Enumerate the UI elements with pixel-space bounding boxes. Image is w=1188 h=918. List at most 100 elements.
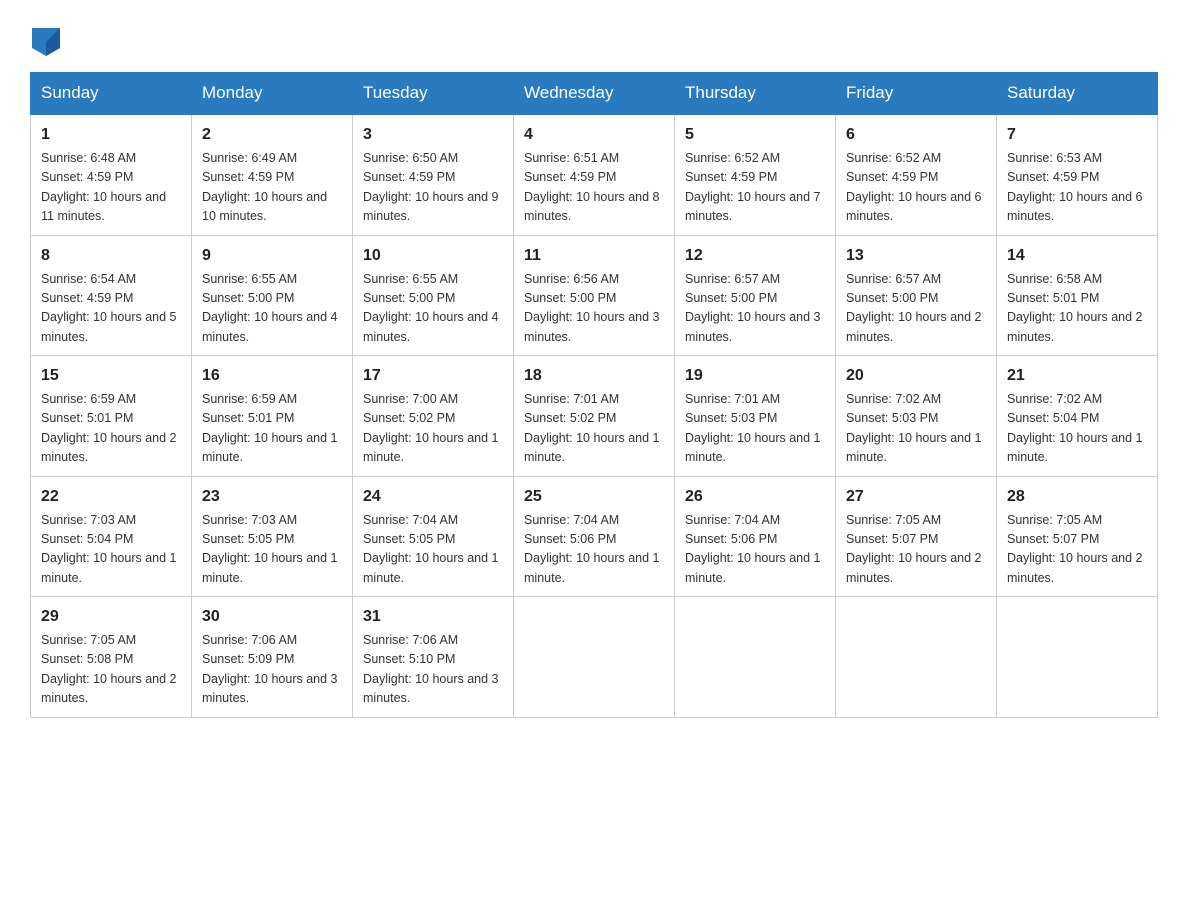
- day-number: 18: [524, 364, 664, 388]
- day-info: Sunrise: 6:58 AMSunset: 5:01 PMDaylight:…: [1007, 270, 1147, 348]
- calendar-cell: 28Sunrise: 7:05 AMSunset: 5:07 PMDayligh…: [997, 476, 1158, 597]
- calendar-cell: 6Sunrise: 6:52 AMSunset: 4:59 PMDaylight…: [836, 114, 997, 235]
- calendar-cell: 14Sunrise: 6:58 AMSunset: 5:01 PMDayligh…: [997, 235, 1158, 356]
- calendar-cell: 23Sunrise: 7:03 AMSunset: 5:05 PMDayligh…: [192, 476, 353, 597]
- calendar-cell: [675, 597, 836, 718]
- day-number: 25: [524, 485, 664, 509]
- day-number: 2: [202, 123, 342, 147]
- day-number: 31: [363, 605, 503, 629]
- day-number: 16: [202, 364, 342, 388]
- column-header-tuesday: Tuesday: [353, 73, 514, 115]
- day-info: Sunrise: 7:02 AMSunset: 5:04 PMDaylight:…: [1007, 390, 1147, 468]
- calendar-week-row: 1Sunrise: 6:48 AMSunset: 4:59 PMDaylight…: [31, 114, 1158, 235]
- day-number: 9: [202, 244, 342, 268]
- calendar-header-row: SundayMondayTuesdayWednesdayThursdayFrid…: [31, 73, 1158, 115]
- calendar-cell: 10Sunrise: 6:55 AMSunset: 5:00 PMDayligh…: [353, 235, 514, 356]
- day-number: 5: [685, 123, 825, 147]
- day-number: 1: [41, 123, 181, 147]
- calendar-cell: 26Sunrise: 7:04 AMSunset: 5:06 PMDayligh…: [675, 476, 836, 597]
- day-number: 7: [1007, 123, 1147, 147]
- calendar-cell: 7Sunrise: 6:53 AMSunset: 4:59 PMDaylight…: [997, 114, 1158, 235]
- column-header-saturday: Saturday: [997, 73, 1158, 115]
- calendar-cell: 3Sunrise: 6:50 AMSunset: 4:59 PMDaylight…: [353, 114, 514, 235]
- column-header-sunday: Sunday: [31, 73, 192, 115]
- day-number: 24: [363, 485, 503, 509]
- calendar-table: SundayMondayTuesdayWednesdayThursdayFrid…: [30, 72, 1158, 718]
- day-info: Sunrise: 7:05 AMSunset: 5:08 PMDaylight:…: [41, 631, 181, 709]
- calendar-cell: 25Sunrise: 7:04 AMSunset: 5:06 PMDayligh…: [514, 476, 675, 597]
- day-number: 12: [685, 244, 825, 268]
- day-number: 4: [524, 123, 664, 147]
- calendar-cell: [997, 597, 1158, 718]
- calendar-cell: 21Sunrise: 7:02 AMSunset: 5:04 PMDayligh…: [997, 356, 1158, 477]
- calendar-week-row: 15Sunrise: 6:59 AMSunset: 5:01 PMDayligh…: [31, 356, 1158, 477]
- calendar-cell: 29Sunrise: 7:05 AMSunset: 5:08 PMDayligh…: [31, 597, 192, 718]
- day-number: 26: [685, 485, 825, 509]
- day-info: Sunrise: 7:03 AMSunset: 5:05 PMDaylight:…: [202, 511, 342, 589]
- day-number: 22: [41, 485, 181, 509]
- calendar-cell: 22Sunrise: 7:03 AMSunset: 5:04 PMDayligh…: [31, 476, 192, 597]
- calendar-cell: 1Sunrise: 6:48 AMSunset: 4:59 PMDaylight…: [31, 114, 192, 235]
- day-info: Sunrise: 6:50 AMSunset: 4:59 PMDaylight:…: [363, 149, 503, 227]
- calendar-cell: 31Sunrise: 7:06 AMSunset: 5:10 PMDayligh…: [353, 597, 514, 718]
- day-info: Sunrise: 6:52 AMSunset: 4:59 PMDaylight:…: [846, 149, 986, 227]
- day-number: 17: [363, 364, 503, 388]
- column-header-monday: Monday: [192, 73, 353, 115]
- day-info: Sunrise: 6:57 AMSunset: 5:00 PMDaylight:…: [685, 270, 825, 348]
- day-info: Sunrise: 7:03 AMSunset: 5:04 PMDaylight:…: [41, 511, 181, 589]
- calendar-cell: 5Sunrise: 6:52 AMSunset: 4:59 PMDaylight…: [675, 114, 836, 235]
- day-info: Sunrise: 7:06 AMSunset: 5:09 PMDaylight:…: [202, 631, 342, 709]
- day-info: Sunrise: 7:04 AMSunset: 5:06 PMDaylight:…: [524, 511, 664, 589]
- calendar-cell: 30Sunrise: 7:06 AMSunset: 5:09 PMDayligh…: [192, 597, 353, 718]
- logo: [30, 28, 60, 62]
- day-info: Sunrise: 7:02 AMSunset: 5:03 PMDaylight:…: [846, 390, 986, 468]
- day-info: Sunrise: 6:48 AMSunset: 4:59 PMDaylight:…: [41, 149, 181, 227]
- column-header-wednesday: Wednesday: [514, 73, 675, 115]
- calendar-cell: 15Sunrise: 6:59 AMSunset: 5:01 PMDayligh…: [31, 356, 192, 477]
- day-info: Sunrise: 7:00 AMSunset: 5:02 PMDaylight:…: [363, 390, 503, 468]
- day-info: Sunrise: 6:52 AMSunset: 4:59 PMDaylight:…: [685, 149, 825, 227]
- calendar-cell: 17Sunrise: 7:00 AMSunset: 5:02 PMDayligh…: [353, 356, 514, 477]
- day-number: 21: [1007, 364, 1147, 388]
- calendar-cell: 13Sunrise: 6:57 AMSunset: 5:00 PMDayligh…: [836, 235, 997, 356]
- day-info: Sunrise: 6:49 AMSunset: 4:59 PMDaylight:…: [202, 149, 342, 227]
- logo-text: [30, 28, 60, 62]
- day-info: Sunrise: 7:04 AMSunset: 5:06 PMDaylight:…: [685, 511, 825, 589]
- calendar-cell: 18Sunrise: 7:01 AMSunset: 5:02 PMDayligh…: [514, 356, 675, 477]
- calendar-cell: 8Sunrise: 6:54 AMSunset: 4:59 PMDaylight…: [31, 235, 192, 356]
- day-number: 13: [846, 244, 986, 268]
- calendar-cell: 9Sunrise: 6:55 AMSunset: 5:00 PMDaylight…: [192, 235, 353, 356]
- day-info: Sunrise: 6:53 AMSunset: 4:59 PMDaylight:…: [1007, 149, 1147, 227]
- logo-icon: [32, 28, 60, 56]
- calendar-cell: 12Sunrise: 6:57 AMSunset: 5:00 PMDayligh…: [675, 235, 836, 356]
- day-number: 29: [41, 605, 181, 629]
- calendar-cell: 24Sunrise: 7:04 AMSunset: 5:05 PMDayligh…: [353, 476, 514, 597]
- calendar-cell: 19Sunrise: 7:01 AMSunset: 5:03 PMDayligh…: [675, 356, 836, 477]
- day-number: 30: [202, 605, 342, 629]
- day-number: 19: [685, 364, 825, 388]
- calendar-cell: 4Sunrise: 6:51 AMSunset: 4:59 PMDaylight…: [514, 114, 675, 235]
- day-info: Sunrise: 6:56 AMSunset: 5:00 PMDaylight:…: [524, 270, 664, 348]
- day-number: 11: [524, 244, 664, 268]
- day-number: 20: [846, 364, 986, 388]
- calendar-cell: [514, 597, 675, 718]
- day-info: Sunrise: 7:06 AMSunset: 5:10 PMDaylight:…: [363, 631, 503, 709]
- calendar-cell: 27Sunrise: 7:05 AMSunset: 5:07 PMDayligh…: [836, 476, 997, 597]
- day-number: 10: [363, 244, 503, 268]
- day-number: 23: [202, 485, 342, 509]
- calendar-cell: 11Sunrise: 6:56 AMSunset: 5:00 PMDayligh…: [514, 235, 675, 356]
- column-header-thursday: Thursday: [675, 73, 836, 115]
- day-number: 28: [1007, 485, 1147, 509]
- day-info: Sunrise: 6:54 AMSunset: 4:59 PMDaylight:…: [41, 270, 181, 348]
- day-number: 15: [41, 364, 181, 388]
- day-number: 3: [363, 123, 503, 147]
- day-info: Sunrise: 7:01 AMSunset: 5:02 PMDaylight:…: [524, 390, 664, 468]
- column-header-friday: Friday: [836, 73, 997, 115]
- calendar-week-row: 29Sunrise: 7:05 AMSunset: 5:08 PMDayligh…: [31, 597, 1158, 718]
- day-info: Sunrise: 6:55 AMSunset: 5:00 PMDaylight:…: [363, 270, 503, 348]
- day-number: 8: [41, 244, 181, 268]
- day-number: 14: [1007, 244, 1147, 268]
- day-info: Sunrise: 6:57 AMSunset: 5:00 PMDaylight:…: [846, 270, 986, 348]
- day-info: Sunrise: 7:01 AMSunset: 5:03 PMDaylight:…: [685, 390, 825, 468]
- day-info: Sunrise: 7:04 AMSunset: 5:05 PMDaylight:…: [363, 511, 503, 589]
